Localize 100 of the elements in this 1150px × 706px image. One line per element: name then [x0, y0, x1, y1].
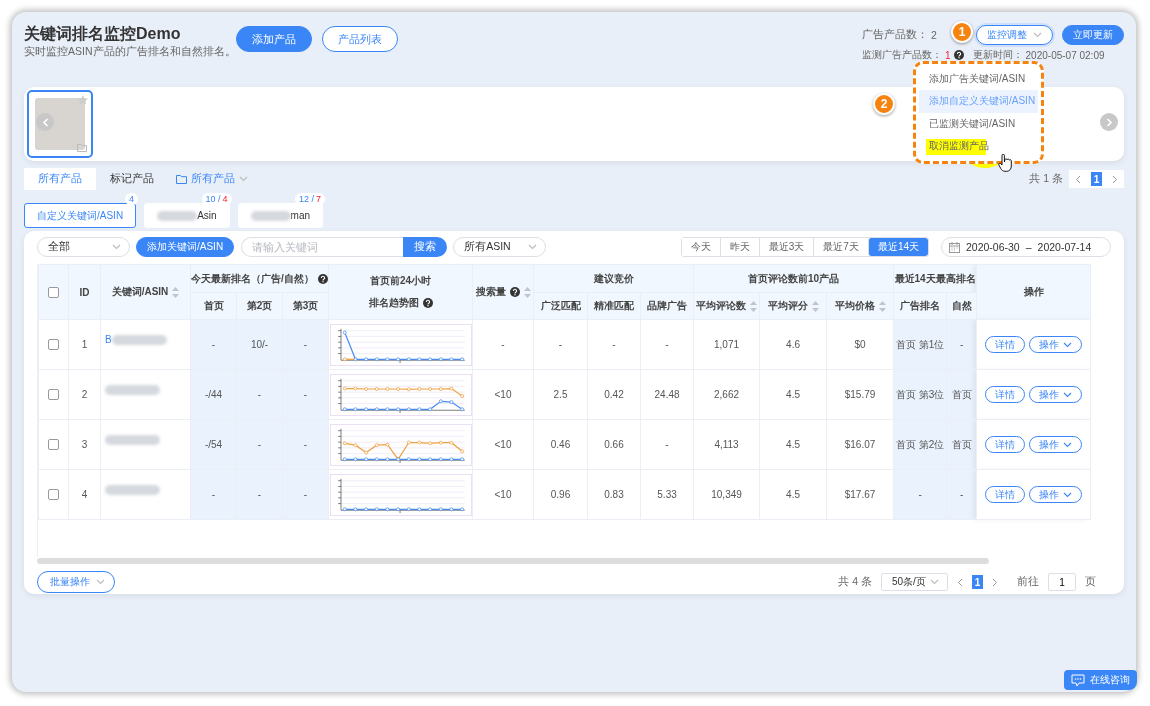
table-cell: - [472, 319, 534, 370]
goto-label: 前往 [1017, 575, 1039, 589]
update-now-button[interactable]: 立即更新 [1062, 25, 1124, 45]
actions-dropdown-button[interactable]: 操作 [1029, 386, 1083, 403]
table-cell: - [282, 419, 329, 470]
page-unit-label: 页 [1085, 575, 1096, 589]
table-cell: - [946, 319, 977, 370]
details-button[interactable]: 详情 [985, 386, 1026, 403]
folder-filter-dropdown[interactable]: 所有产品 [176, 172, 248, 186]
scope-select[interactable]: 全部 [37, 237, 130, 257]
column-header: 首页前24小时 [368, 274, 433, 288]
table-cell: - [236, 419, 283, 470]
details-button[interactable]: 详情 [985, 436, 1026, 453]
actions-dropdown-button[interactable]: 操作 [1029, 486, 1083, 503]
end-date: 2020-07-14 [1037, 241, 1092, 253]
table-cell: <10 [472, 369, 534, 420]
count-badge: 4 [125, 193, 139, 205]
table-cell: 10,349 [693, 469, 760, 520]
column-header: 操作 [976, 264, 1091, 320]
table-cell: $0 [826, 319, 894, 370]
page-size-select[interactable]: 50条/页 [881, 573, 948, 591]
add-keyword-button[interactable]: 添加关键词/ASIN [136, 237, 235, 257]
product-list-button[interactable]: 产品列表 [322, 26, 398, 52]
column-header: 最近14天最高排名 [893, 264, 977, 293]
keyword-group-tab[interactable]: 自定义关键词/ASIN [24, 203, 137, 228]
table-cell: - [587, 319, 641, 370]
asin-select[interactable]: 所有ASIN [453, 237, 547, 257]
keyword-group-tab[interactable]: Asin [144, 203, 230, 228]
table-cell: 5.33 [640, 469, 694, 520]
stat-value: 2 [929, 29, 937, 41]
table-cell: 1 [68, 319, 101, 370]
table-cell: 10/- [236, 319, 283, 370]
table-cell: - [190, 469, 237, 520]
total-count: 共 1 条 [1029, 172, 1063, 186]
page-number[interactable]: 1 [1091, 172, 1102, 186]
stat-label: 广告产品数： [862, 28, 928, 42]
stat-label: 更新时间： [972, 48, 1023, 62]
table-cell: 0.42 [587, 369, 641, 420]
menu-item[interactable]: 添加广告关键词/ASIN [919, 68, 1038, 91]
column-header: 建议竞价 [533, 264, 694, 293]
keyword-group-tab[interactable]: man [237, 203, 324, 228]
column-header: ID [68, 264, 101, 320]
column-header: 今天最新排名（广告/自然） [191, 271, 314, 286]
start-date: 2020-06-30 [966, 241, 1020, 253]
tab-label: 自定义关键词/ASIN [37, 208, 124, 223]
menu-item[interactable]: 添加自定义关键词/ASIN [919, 90, 1038, 113]
table-cell: $17.67 [826, 469, 894, 520]
table-cell: - [640, 319, 694, 370]
table-cell: 首页 [946, 419, 977, 470]
date-range-tab[interactable]: 最近14天 [867, 238, 928, 256]
actions-dropdown-button[interactable]: 操作 [1029, 436, 1083, 453]
table-cell: 首页 [946, 369, 977, 420]
table-cell: - [282, 319, 329, 370]
product-filter-tab[interactable]: 所有产品 [24, 168, 96, 190]
tab-label: Asin [197, 210, 217, 221]
online-chat-button[interactable]: 在线咨询 [1064, 670, 1137, 690]
table-cell: - [282, 469, 329, 520]
date-separator: – [1025, 241, 1032, 253]
column-header: 平均价格 [834, 299, 875, 313]
table-cell: - [946, 469, 977, 520]
table-cell: <10 [472, 469, 534, 520]
table-cell: <10 [472, 419, 534, 470]
page-number-field[interactable]: 1 [1048, 573, 1076, 591]
add-product-button[interactable]: 添加产品 [236, 26, 312, 52]
table-cell: 2.5 [533, 369, 588, 420]
table-cell: 4.6 [759, 319, 827, 370]
table-cell: 2 [68, 369, 101, 420]
step-marker: 1 [951, 21, 973, 43]
details-button[interactable]: 详情 [985, 486, 1026, 503]
table-cell: 0.66 [587, 419, 641, 470]
table-cell: - [236, 469, 283, 520]
stat-value: 2020-05-07 02:09 [1025, 49, 1105, 61]
table-cell: 4,113 [693, 419, 760, 470]
page-number[interactable]: 1 [972, 575, 983, 589]
column-header: 关键词/ASIN [111, 285, 169, 299]
actions-dropdown-button[interactable]: 操作 [1029, 336, 1083, 353]
stat-value: 1 [945, 49, 951, 61]
table-cell: 首页 第2位 [893, 419, 947, 470]
table-cell: - [236, 369, 283, 420]
search-button[interactable]: 搜索 [403, 237, 448, 257]
table-cell: 3 [68, 419, 101, 470]
total-count: 共 4 条 [838, 575, 872, 589]
page-title: 关键词排名监控Demo [24, 24, 182, 44]
table-cell: 24.48 [640, 369, 694, 420]
count-badge: 12 / 7 [295, 193, 326, 205]
table-cell: 4 [68, 469, 101, 520]
table-cell: 0.46 [533, 419, 588, 470]
monitor-adjust-dropdown[interactable]: 监控调整 [976, 25, 1053, 45]
menu-item[interactable]: 已监测关键词/ASIN [919, 112, 1038, 135]
bulk-actions-dropdown[interactable]: 批量操作 [37, 571, 115, 593]
keyword-link[interactable]: B [105, 334, 112, 345]
table-cell: $16.07 [826, 419, 894, 470]
count-badge: 10 / 4 [201, 193, 232, 205]
table-cell: - [533, 319, 588, 370]
table-cell: 4.5 [759, 369, 827, 420]
table-cell: -/54 [190, 419, 237, 470]
keyword-search-field[interactable]: 请输入关键词 [241, 237, 404, 257]
column-header: 排名趋势图 [368, 296, 419, 310]
details-button[interactable]: 详情 [985, 336, 1026, 353]
table-cell: 0.83 [587, 469, 641, 520]
